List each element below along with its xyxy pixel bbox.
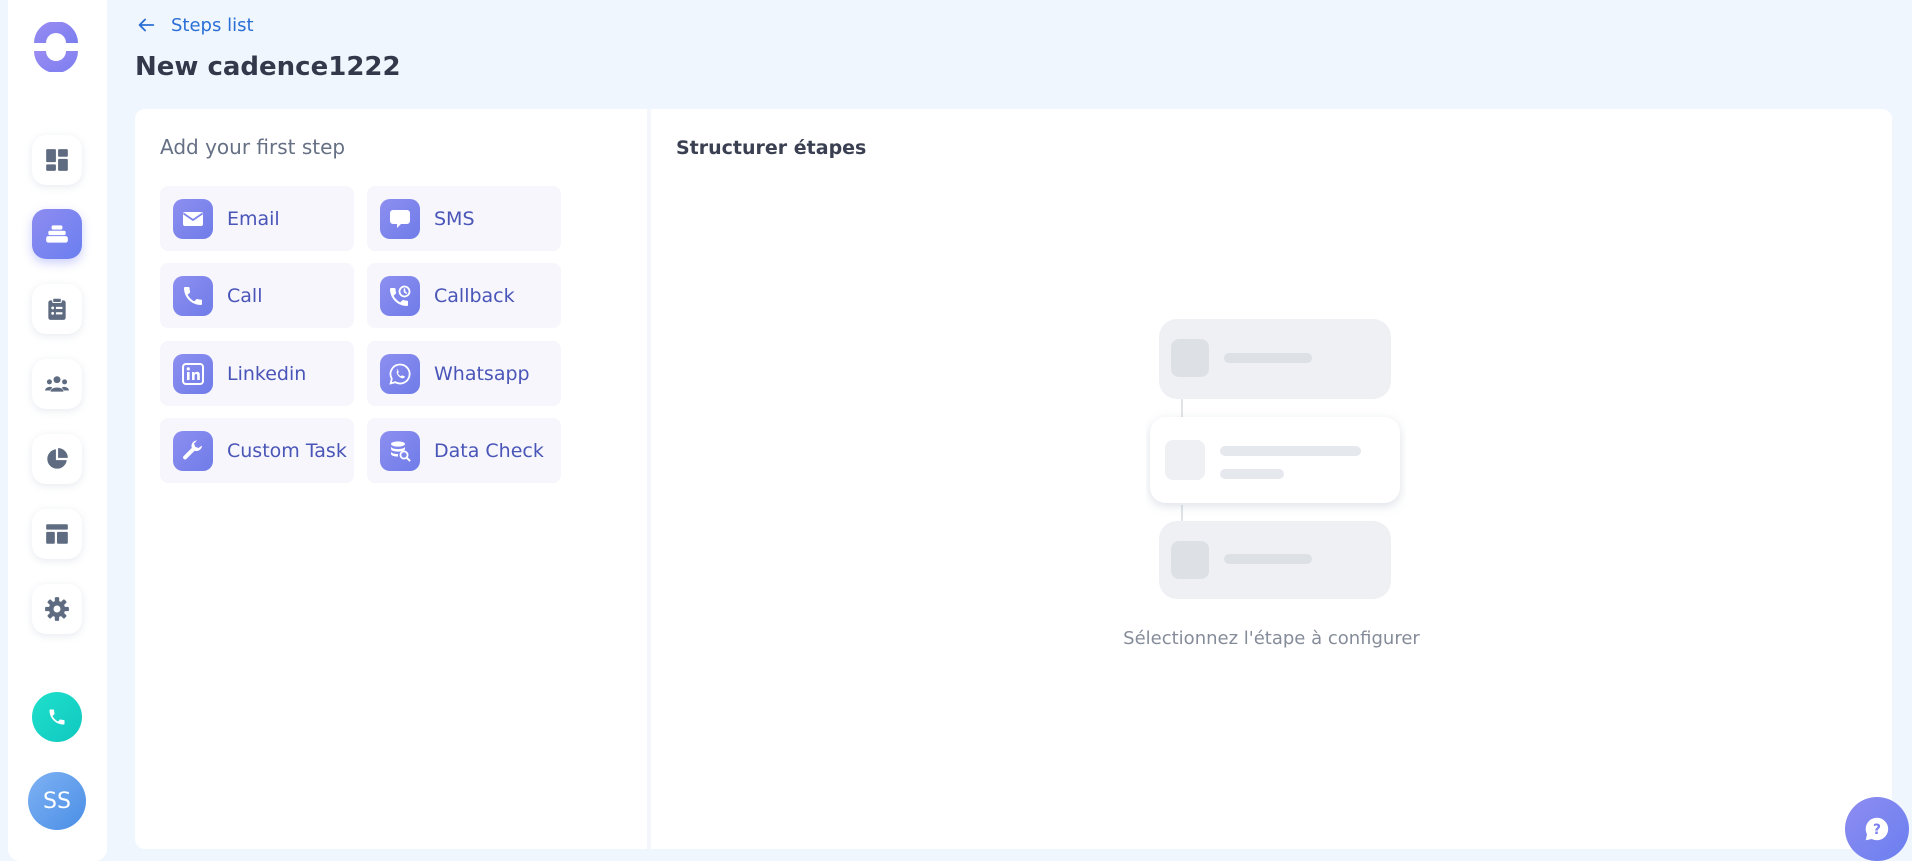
breadcrumb-back[interactable]: Steps list [135, 14, 254, 36]
step-data-check[interactable]: Data Check [367, 418, 561, 483]
softphone-button[interactable] [32, 692, 82, 742]
empty-state-text: Sélectionnez l'étape à configurer [1123, 628, 1420, 649]
wrench-icon [183, 439, 203, 459]
structure-panel: Structurer étapes Sélectionnez l'étape à… [651, 109, 1892, 849]
step-custom-task[interactable]: Custom Task [160, 418, 354, 483]
step-callback[interactable]: Callback [367, 263, 561, 328]
nav-cadences[interactable] [32, 209, 82, 259]
step-label: Data Check [434, 439, 544, 462]
step-label: Callback [434, 284, 515, 307]
page-title: New cadence1222 [135, 52, 401, 82]
arrow-left-icon [138, 18, 155, 32]
empty-state-illustration [1150, 319, 1400, 599]
settings-icon [45, 597, 69, 621]
nav-team[interactable] [32, 359, 82, 409]
nav-dashboard[interactable] [32, 135, 82, 185]
whatsapp-icon [389, 363, 411, 385]
step-label: Call [227, 284, 263, 307]
step-label: Whatsapp [434, 362, 530, 385]
step-label: Custom Task [227, 439, 347, 462]
nav-settings[interactable] [32, 584, 82, 634]
step-label: Linkedin [227, 362, 307, 385]
help-chat-icon: ? [1865, 817, 1889, 841]
step-label: SMS [434, 207, 475, 230]
cadences-icon [46, 225, 68, 243]
step-label: Email [227, 207, 280, 230]
phone-icon [49, 709, 65, 725]
tasks-icon [48, 297, 66, 320]
email-icon [182, 211, 204, 226]
callback-icon [390, 285, 411, 306]
help-chat-button[interactable]: ? [1845, 797, 1909, 861]
templates-icon [46, 524, 68, 544]
breadcrumb-label[interactable]: Steps list [171, 15, 254, 36]
step-picker-heading: Add your first step [160, 135, 346, 159]
step-picker-panel: Add your first step Email SMS Call Callb… [135, 109, 647, 849]
step-whatsapp[interactable]: Whatsapp [367, 341, 561, 406]
step-email[interactable]: Email [160, 186, 354, 251]
step-call[interactable]: Call [160, 263, 354, 328]
nav-templates[interactable] [32, 509, 82, 559]
call-icon [184, 286, 202, 305]
app-logo[interactable] [31, 21, 81, 73]
svg-text:?: ? [1873, 822, 1881, 838]
sms-icon [390, 209, 410, 228]
user-avatar[interactable]: SS [28, 772, 86, 830]
dashboard-icon [46, 149, 68, 171]
sidebar: SS [8, 0, 107, 861]
linkedin-icon [182, 362, 204, 385]
avatar-initials: SS [43, 788, 71, 814]
step-linkedin[interactable]: Linkedin [160, 341, 354, 406]
structure-heading: Structurer étapes [676, 137, 867, 159]
analytics-icon [47, 448, 68, 469]
nav-analytics[interactable] [32, 434, 82, 484]
step-sms[interactable]: SMS [367, 186, 561, 251]
nav-tasks[interactable] [32, 284, 82, 334]
database-search-icon [391, 440, 411, 461]
team-icon [45, 376, 69, 392]
